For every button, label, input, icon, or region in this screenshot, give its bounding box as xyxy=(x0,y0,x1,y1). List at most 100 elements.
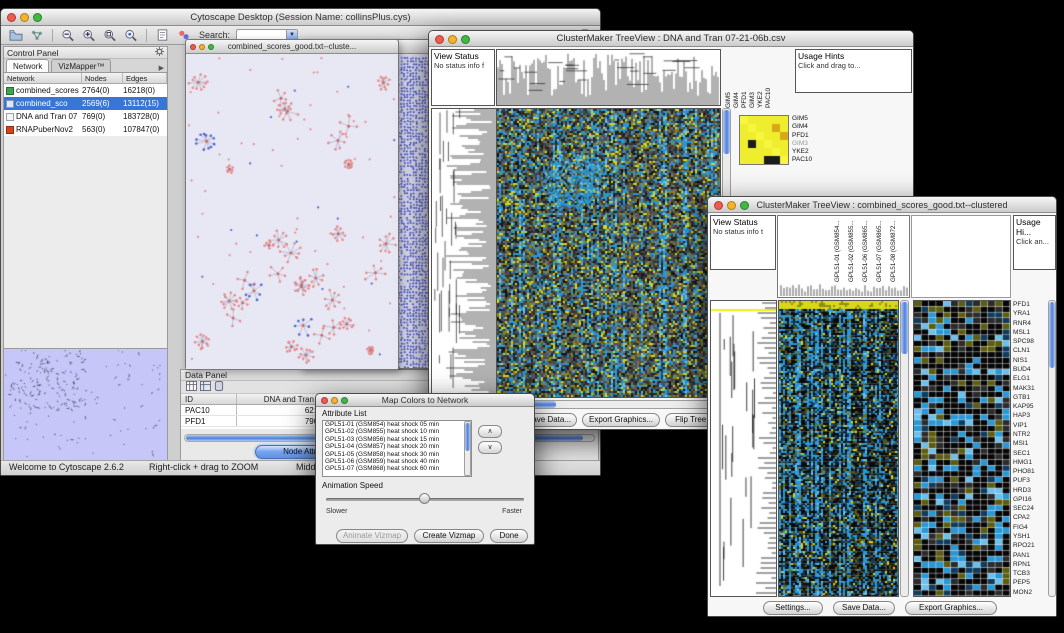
attribute-list-item[interactable]: GPL51-04 (GSM857) heat shock 20 min xyxy=(323,443,471,450)
network-canvas[interactable] xyxy=(186,54,398,369)
main-window-titlebar[interactable]: Cytoscape Desktop (Session Name: collins… xyxy=(1,9,600,26)
matrix-row-label[interactable]: PAC10 xyxy=(792,156,832,164)
move-down-button[interactable]: ∨ xyxy=(478,441,502,454)
zoom-fit-icon[interactable] xyxy=(101,27,119,43)
gene-label[interactable]: PFD1 xyxy=(1013,300,1047,309)
zoom-heatmap[interactable] xyxy=(913,300,1011,597)
move-up-button[interactable]: ∧ xyxy=(478,425,502,438)
gene-label[interactable]: RNR4 xyxy=(1013,319,1047,328)
attribute-list-item[interactable]: GPL51-05 (GSM858) heat shock 30 min xyxy=(323,451,471,458)
animate-vizmap-button[interactable]: Animate Vizmap xyxy=(336,529,408,543)
gene-label[interactable]: RPO21 xyxy=(1013,541,1047,550)
row-dendrogram[interactable] xyxy=(431,108,497,398)
attribute-list-item[interactable]: GPL51-01 (GSM854) heat shock 05 min xyxy=(323,421,471,428)
gene-label[interactable]: YRA1 xyxy=(1013,309,1047,318)
zoom-out-icon[interactable] xyxy=(59,27,77,43)
done-button[interactable]: Done xyxy=(490,529,528,543)
gene-label[interactable]: ELG1 xyxy=(1013,374,1047,383)
attribute-list-item[interactable]: GPL51-06 (GSM859) heat shock 40 min xyxy=(323,458,471,465)
gene-label[interactable]: PAN1 xyxy=(1013,551,1047,560)
gene-label[interactable]: HRD3 xyxy=(1013,486,1047,495)
gene-vscrollbar[interactable] xyxy=(1048,300,1056,597)
gene-label[interactable]: SEC1 xyxy=(1013,449,1047,458)
zoom-in-icon[interactable] xyxy=(80,27,98,43)
treeview-dna-titlebar[interactable]: ClusterMaker TreeView : DNA and Tran 07-… xyxy=(429,31,913,47)
gene-label[interactable]: TCB3 xyxy=(1013,569,1047,578)
gene-label[interactable]: HMG1 xyxy=(1013,458,1047,467)
network-list-row[interactable]: combined_sco2569(6)13112(15) xyxy=(4,97,167,110)
minimize-button[interactable] xyxy=(20,13,29,22)
network-overview-thumbnail[interactable] xyxy=(4,348,167,460)
zoom-selected-icon[interactable] xyxy=(122,27,140,43)
column-dendrogram[interactable] xyxy=(496,49,721,106)
zoom-button[interactable] xyxy=(740,201,749,210)
network-frame-titlebar[interactable]: combined_scores_good.txt--cluste... xyxy=(186,40,398,54)
minimize-button[interactable] xyxy=(199,44,205,50)
slider-thumb[interactable] xyxy=(419,493,430,504)
close-button[interactable] xyxy=(190,44,196,50)
scroll-thumb[interactable] xyxy=(723,110,730,154)
gene-label[interactable]: VIP1 xyxy=(1013,421,1047,430)
matrix-row-label[interactable]: PFD1 xyxy=(792,132,832,140)
minimize-button[interactable] xyxy=(448,35,457,44)
global-heatmap[interactable] xyxy=(778,300,899,597)
gene-label[interactable]: PHO81 xyxy=(1013,467,1047,476)
gene-label[interactable]: RPN1 xyxy=(1013,560,1047,569)
map-dialog-titlebar[interactable]: Map Colors to Network xyxy=(316,394,534,407)
matrix-row-label[interactable]: GIM4 xyxy=(792,123,832,131)
gene-label[interactable]: YSH1 xyxy=(1013,532,1047,541)
gene-label[interactable]: MON2 xyxy=(1013,588,1047,597)
scroll-thumb[interactable] xyxy=(465,423,470,451)
close-button[interactable] xyxy=(714,201,723,210)
close-button[interactable] xyxy=(435,35,444,44)
gene-label[interactable]: GPI16 xyxy=(1013,495,1047,504)
settings-button[interactable]: Settings... xyxy=(763,601,823,615)
network-list-row[interactable]: RNAPuberNov2563(0)107847(0) xyxy=(4,123,167,136)
gene-label[interactable]: CPA2 xyxy=(1013,513,1047,522)
matrix-row-label[interactable]: YKE2 xyxy=(792,148,832,156)
attribute-list[interactable]: GPL51-01 (GSM854) heat shock 05 minGPL51… xyxy=(322,420,472,477)
gene-label[interactable]: SPC98 xyxy=(1013,337,1047,346)
treeview-combined-titlebar[interactable]: ClusterMaker TreeView : combined_scores_… xyxy=(708,197,1056,213)
network-view-frame[interactable]: combined_scores_good.txt--cluste... xyxy=(185,39,399,370)
scroll-thumb[interactable] xyxy=(901,302,908,354)
global-vscrollbar[interactable] xyxy=(900,300,909,597)
gene-label[interactable]: CLN1 xyxy=(1013,346,1047,355)
expression-heatmap[interactable] xyxy=(496,108,721,398)
gene-label[interactable]: GTB1 xyxy=(1013,393,1047,402)
tab-vizmapper[interactable]: VizMapper™ xyxy=(51,59,111,72)
animation-speed-slider[interactable] xyxy=(326,493,524,505)
zoom-button[interactable] xyxy=(208,44,214,50)
zoom-button[interactable] xyxy=(341,397,348,404)
network-list-row[interactable]: DNA and Tran 07769(0)183728(0) xyxy=(4,110,167,123)
attribute-list-item[interactable]: GPL51-03 (GSM856) heat shock 15 min xyxy=(323,436,471,443)
matrix-row-label[interactable]: GIM3 xyxy=(792,140,832,148)
gene-label[interactable]: SEC24 xyxy=(1013,504,1047,513)
gene-label[interactable]: NTR2 xyxy=(1013,430,1047,439)
close-button[interactable] xyxy=(7,13,16,22)
gene-label[interactable]: KAP95 xyxy=(1013,402,1047,411)
gene-label[interactable]: PUF3 xyxy=(1013,476,1047,485)
attribute-list-scrollbar[interactable] xyxy=(464,421,471,476)
scroll-thumb[interactable] xyxy=(1049,302,1055,368)
save-data-button[interactable]: Save Data... xyxy=(833,601,895,615)
open-folder-icon[interactable] xyxy=(7,27,25,43)
create-vizmap-button[interactable]: Create Vizmap xyxy=(414,529,484,543)
minimize-button[interactable] xyxy=(331,397,338,404)
network-list-row[interactable]: combined_scores2764(0)16218(0) xyxy=(4,84,167,97)
gene-label[interactable]: MAK31 xyxy=(1013,384,1047,393)
correlation-matrix[interactable] xyxy=(739,115,789,165)
zoom-button[interactable] xyxy=(461,35,470,44)
export-graphics-button[interactable]: Export Graphics... xyxy=(582,413,660,427)
close-button[interactable] xyxy=(321,397,328,404)
row-dendrogram[interactable] xyxy=(710,300,777,597)
tab-network[interactable]: Network xyxy=(6,59,49,72)
gene-label[interactable]: HAP3 xyxy=(1013,411,1047,420)
attribute-list-item[interactable]: GPL51-07 (GSM868) heat shock 60 min xyxy=(323,465,471,472)
gene-label[interactable]: FIG4 xyxy=(1013,523,1047,532)
import-network-icon[interactable] xyxy=(28,27,46,43)
annotation-icon[interactable] xyxy=(153,27,171,43)
gene-label[interactable]: MSI1 xyxy=(1013,439,1047,448)
column-dendrogram[interactable] xyxy=(779,283,908,296)
attribute-list-item[interactable]: GPL51-02 (GSM855) heat shock 10 min xyxy=(323,428,471,435)
